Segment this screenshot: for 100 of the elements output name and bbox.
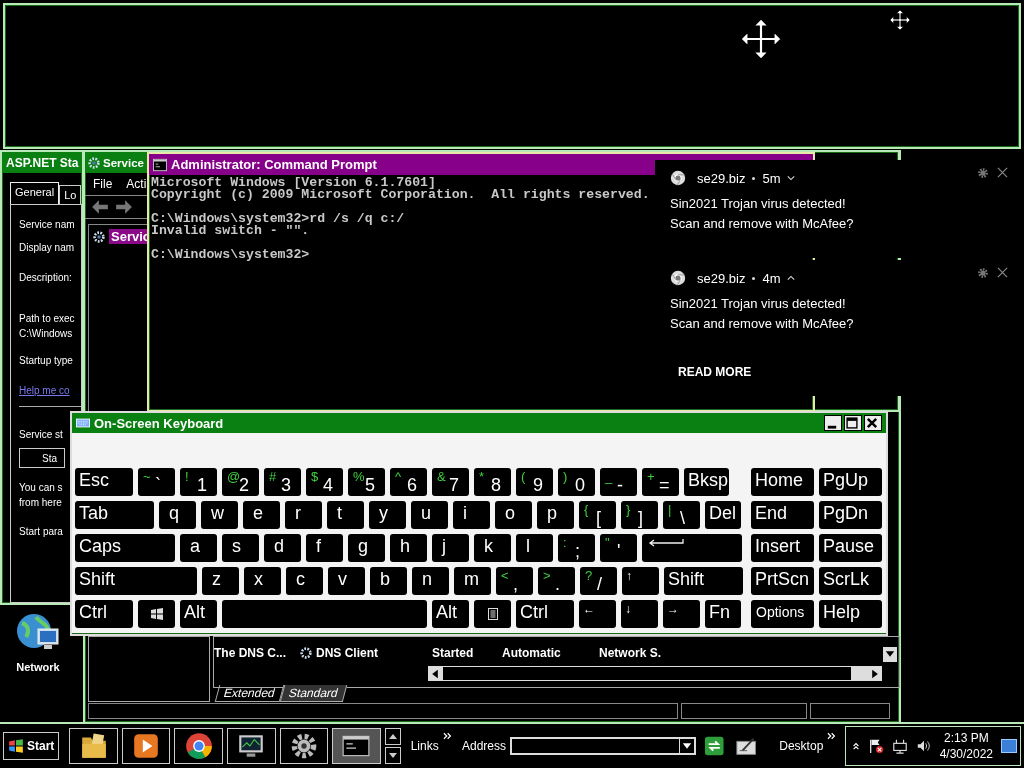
maximize-button[interactable] — [844, 415, 862, 431]
key[interactable]: @2 — [222, 468, 259, 496]
address-field[interactable] — [510, 737, 697, 755]
key[interactable] — [138, 600, 175, 628]
horizontal-scrollbar[interactable] — [428, 666, 882, 681]
key[interactable]: PrtScn — [751, 567, 814, 595]
key[interactable] — [642, 534, 742, 562]
chevron-down-icon[interactable] — [787, 175, 796, 181]
key[interactable]: > . — [538, 567, 575, 595]
key[interactable]: Help — [819, 600, 882, 628]
key[interactable]: Options — [751, 600, 814, 628]
key[interactable]: End — [751, 501, 814, 529]
key[interactable]: ← — [579, 600, 616, 628]
key[interactable]: ? / — [580, 567, 617, 595]
key[interactable]: e — [243, 501, 280, 529]
clock-time[interactable]: 2:13 PM — [943, 730, 989, 746]
key[interactable]: ! 1 — [180, 468, 217, 496]
key[interactable]: Alt — [432, 600, 469, 628]
flag-error-icon[interactable] — [867, 738, 884, 754]
key[interactable]: & 7 — [432, 468, 469, 496]
key[interactable]: Alt — [180, 600, 217, 628]
key[interactable]: Shift — [664, 567, 743, 595]
key[interactable]: Fn — [705, 600, 741, 628]
taskbar-button[interactable] — [279, 728, 329, 764]
menu-item[interactable]: File — [93, 177, 113, 191]
key[interactable]: Tab — [75, 501, 154, 529]
close-icon[interactable] — [997, 267, 1008, 278]
links-toolbar-label[interactable]: Links — [410, 739, 439, 753]
close-button[interactable] — [864, 415, 882, 431]
tree-item[interactable]: Servic — [109, 229, 149, 244]
key[interactable]: } ] — [621, 501, 658, 529]
key[interactable]: %5 — [348, 468, 385, 496]
scroll-buttons[interactable] — [384, 728, 401, 764]
taskbar-button[interactable] — [69, 728, 118, 764]
tab[interactable]: General — [10, 182, 60, 204]
key[interactable]: $ 4 — [306, 468, 343, 496]
key[interactable]: Esc — [75, 468, 133, 496]
go-arrows-icon[interactable] — [704, 735, 725, 757]
taskbar-button[interactable] — [121, 728, 171, 764]
key[interactable]: v — [328, 567, 365, 595]
pen-tablet-icon[interactable] — [734, 735, 758, 757]
key[interactable]: q — [159, 501, 196, 529]
key[interactable]: ↑ — [622, 567, 659, 595]
key[interactable]: : ; — [558, 534, 595, 562]
key[interactable]: t — [327, 501, 364, 529]
key[interactable]: ScrLk — [819, 567, 882, 595]
menu-item[interactable]: Acti — [126, 177, 147, 191]
key[interactable]: m — [454, 567, 491, 595]
view-tab[interactable]: Standard — [279, 685, 347, 702]
key[interactable]: f — [306, 534, 343, 562]
key[interactable]: Home — [751, 468, 814, 496]
key[interactable]: h — [390, 534, 427, 562]
key[interactable]: PgUp — [819, 468, 882, 496]
key[interactable]: d — [264, 534, 301, 562]
key[interactable]: j — [432, 534, 469, 562]
key[interactable]: g — [348, 534, 385, 562]
key[interactable]: + = — [642, 468, 679, 496]
key[interactable]: | \ — [663, 501, 700, 529]
key[interactable]: Caps — [75, 534, 175, 562]
key[interactable]: w — [201, 501, 238, 529]
key[interactable]: ↓ — [621, 600, 658, 628]
tab[interactable]: Lo — [59, 185, 82, 204]
back-arrow-icon[interactable] — [91, 199, 109, 215]
help-link[interactable]: Help me co — [19, 383, 70, 398]
settings-icon[interactable] — [977, 167, 989, 179]
key[interactable]: z — [202, 567, 239, 595]
key[interactable]: Ctrl — [75, 600, 133, 628]
key[interactable]: ( 9 — [516, 468, 553, 496]
key[interactable]: c — [286, 567, 323, 595]
key[interactable]: s — [222, 534, 259, 562]
key[interactable]: { [ — [579, 501, 616, 529]
network-icon[interactable] — [891, 738, 908, 754]
key[interactable]: → — [663, 600, 700, 628]
key[interactable]: Ctrl — [516, 600, 574, 628]
taskbar-button[interactable] — [332, 728, 381, 764]
key[interactable]: b — [370, 567, 407, 595]
taskbar-button[interactable] — [227, 728, 276, 764]
key[interactable]: " ' — [600, 534, 637, 562]
key[interactable]: Del — [705, 501, 741, 529]
start-button[interactable]: Start — [3, 732, 60, 760]
key[interactable]: ) 0 — [558, 468, 595, 496]
key[interactable]: p — [537, 501, 574, 529]
key[interactable]: * 8 — [474, 468, 511, 496]
key[interactable]: u — [411, 501, 448, 529]
minimize-button[interactable] — [824, 415, 842, 431]
key[interactable]: Insert — [751, 534, 814, 562]
key[interactable]: _ - — [600, 468, 637, 496]
scroll-down-button[interactable] — [883, 647, 897, 662]
key[interactable]: ~ ` — [138, 468, 175, 496]
desktop-icon-label[interactable]: Network — [16, 661, 60, 673]
key[interactable]: a — [180, 534, 217, 562]
key[interactable]: ^ 6 — [390, 468, 427, 496]
chevron-double-icon[interactable] — [442, 732, 452, 740]
key[interactable]: Bksp — [684, 468, 729, 496]
key[interactable]: r — [285, 501, 322, 529]
close-icon[interactable] — [997, 167, 1008, 178]
key[interactable]: i — [453, 501, 490, 529]
key[interactable]: x — [244, 567, 281, 595]
clock-date[interactable]: 4/30/2022 — [939, 746, 993, 762]
desktop-toolbar-label[interactable]: Desktop — [779, 739, 824, 753]
